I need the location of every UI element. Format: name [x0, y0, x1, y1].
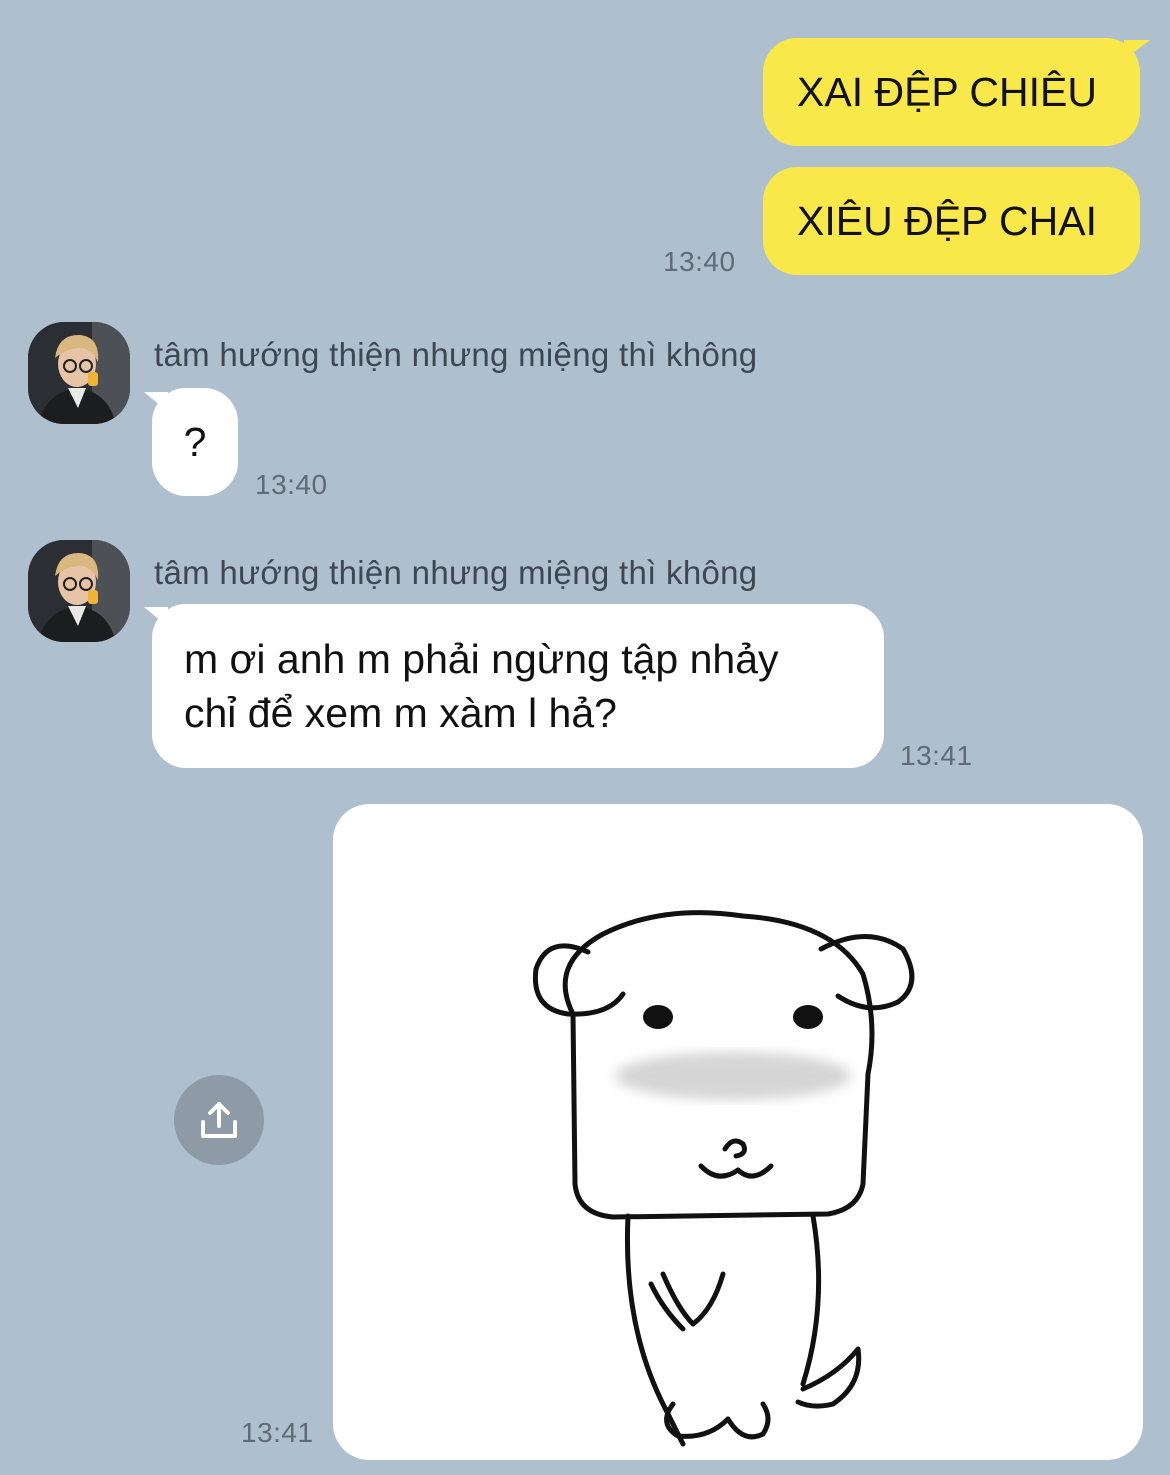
- share-button[interactable]: [174, 1075, 264, 1165]
- sent-message-bubble[interactable]: XIÊU ĐỆP CHAI: [763, 167, 1140, 275]
- message-timestamp: 13:41: [900, 740, 973, 771]
- received-message-bubble[interactable]: ?: [152, 388, 238, 496]
- message-timestamp: 13:40: [663, 246, 736, 277]
- dog-sticker: [532, 910, 915, 1447]
- message-text-line: m ơi anh m phải ngừng tập nhảy: [184, 636, 779, 682]
- received-message-bubble[interactable]: m ơi anh m phải ngừng tập nhảy chỉ để xe…: [152, 604, 884, 768]
- sticker-message[interactable]: [333, 804, 1143, 1460]
- message-timestamp: 13:40: [255, 469, 328, 500]
- message-text: XAI ĐỆP CHIÊU: [797, 69, 1097, 115]
- message-timestamp: 13:41: [241, 1417, 314, 1448]
- share-icon: [201, 1102, 237, 1138]
- bubble-tail: [1124, 40, 1150, 60]
- contact-avatar[interactable]: [28, 540, 130, 642]
- contact-avatar[interactable]: [28, 322, 130, 424]
- message-text-line: chỉ để xem m xàm l hả?: [184, 690, 617, 736]
- message-text: XIÊU ĐỆP CHAI: [797, 198, 1097, 244]
- sender-name: tâm hướng thiện nhưng miệng thì không: [154, 336, 758, 373]
- sent-message-bubble[interactable]: XAI ĐỆP CHIÊU: [763, 38, 1140, 146]
- message-text: ?: [183, 419, 207, 465]
- sender-name: tâm hướng thiện nhưng miệng thì không: [154, 554, 758, 591]
